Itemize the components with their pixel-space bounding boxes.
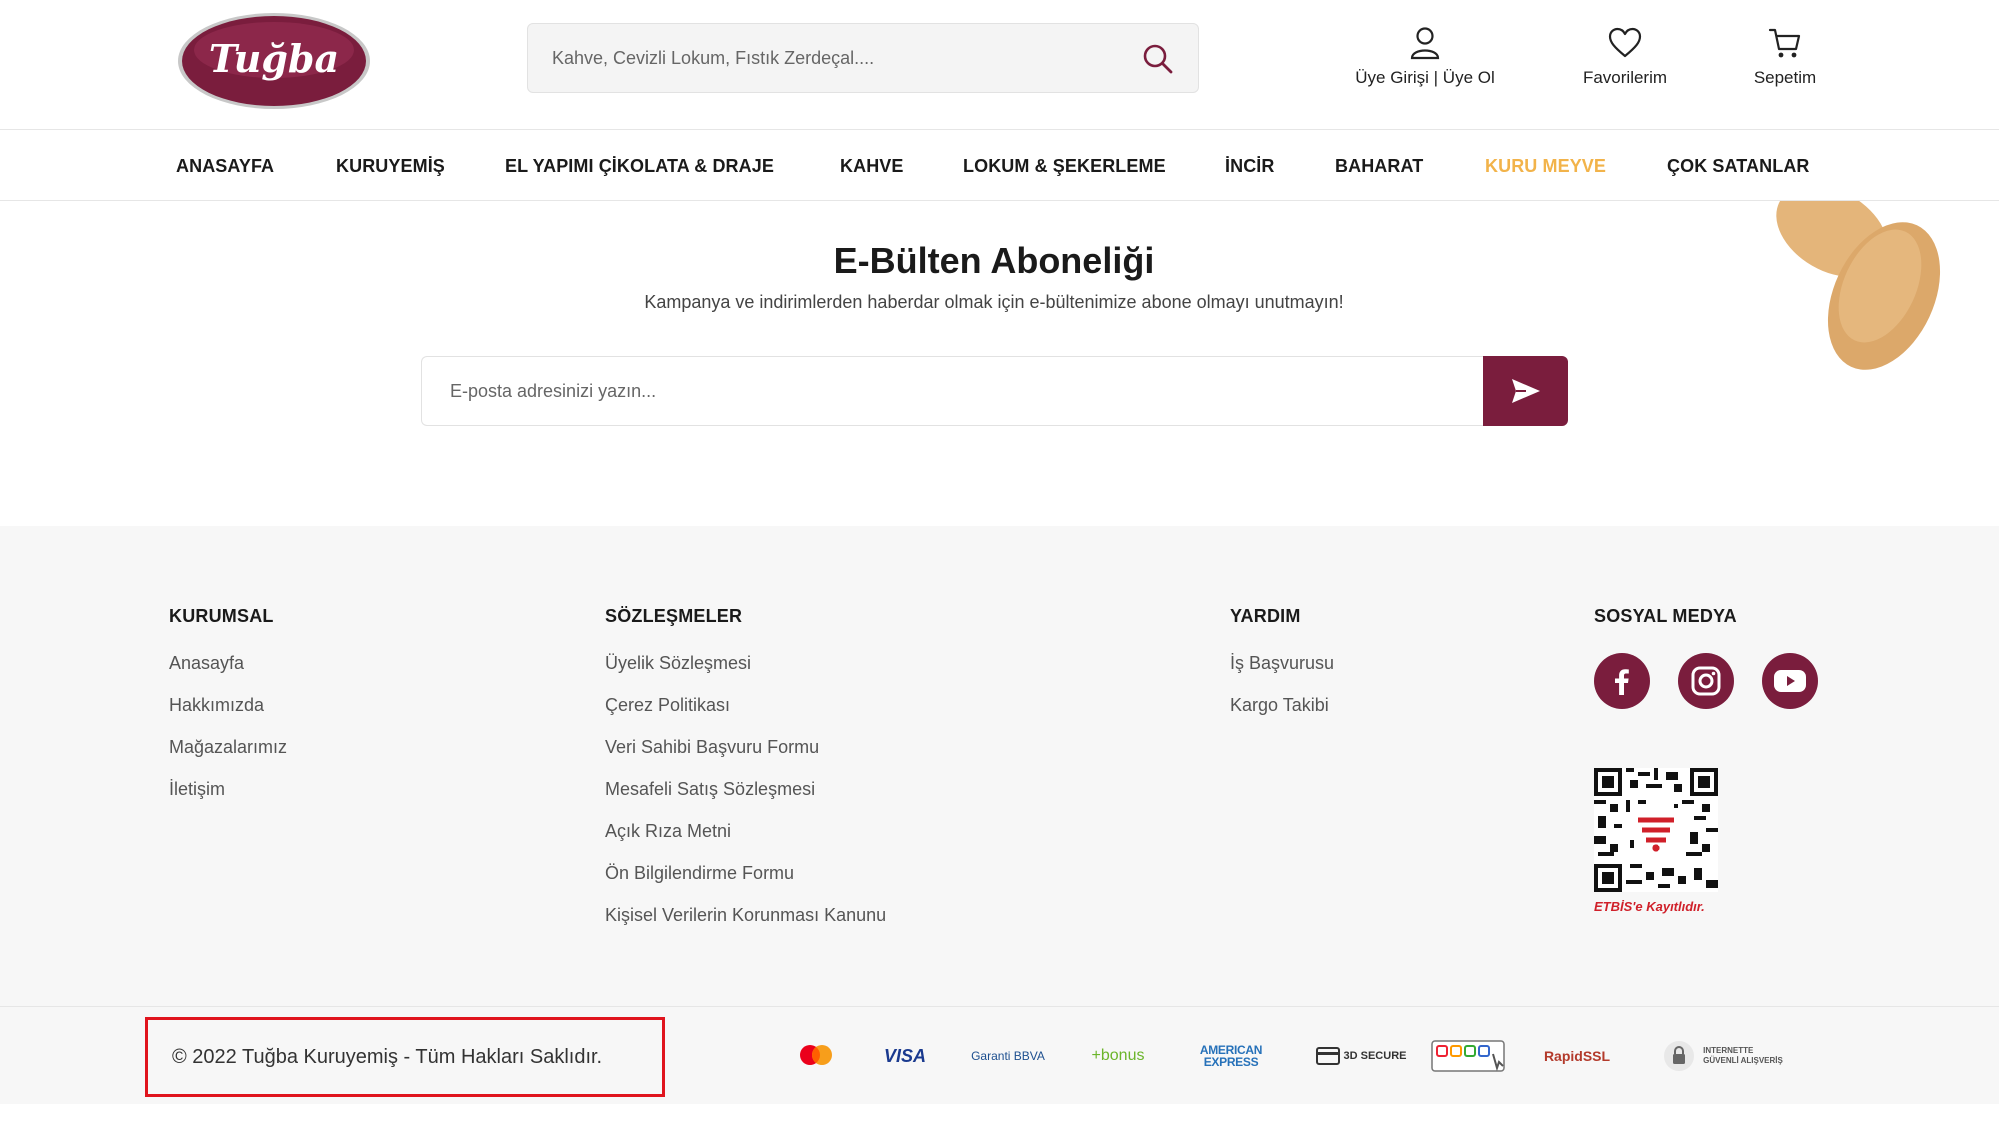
newsletter-title: E-Bülten Aboneliği: [833, 240, 1155, 281]
nav-item-lokum[interactable]: LOKUM & ŞEKERLEME: [963, 131, 1166, 201]
3d-secure-text: 3D SECURE: [1343, 1050, 1407, 1062]
user-icon[interactable]: [1410, 26, 1440, 60]
garanti-bbva-logo: Garanti BBVA: [971, 1049, 1045, 1063]
footer-link-magazalarimiz[interactable]: Mağazalarımız: [169, 737, 287, 779]
footer-yardim-title: YARDIM: [1230, 606, 1301, 626]
search-bar: [527, 23, 1199, 93]
site-header: Tuğba Üye Girişi | Üye Ol Favorilerim: [0, 0, 1999, 130]
footer-link-uyelik[interactable]: Üyelik Sözleşmesi: [605, 653, 886, 695]
footer-link-is-basvurusu[interactable]: İş Başvurusu: [1230, 653, 1334, 695]
facebook-icon: [1615, 669, 1629, 695]
copyright-highlight-box: © 2022 Tuğba Kuruyemiş - Tüm Hakları Sak…: [145, 1017, 665, 1097]
visa-logo: VISA: [883, 1045, 926, 1066]
send-icon: [1511, 379, 1540, 403]
footer-link-veri-sahibi[interactable]: Veri Sahibi Başvuru Formu: [605, 737, 886, 779]
account-separator: |: [1433, 68, 1439, 87]
footer-link-iletisim[interactable]: İletişim: [169, 779, 287, 821]
favorites-link[interactable]: Favorilerim: [1570, 26, 1680, 88]
etbis-qr-code-icon: [1594, 768, 1718, 892]
etbis-caption: ETBİS'e Kayıtlıdır.: [1594, 899, 1705, 914]
newsletter-form: [421, 356, 1568, 426]
login-link[interactable]: Üye Girişi: [1355, 68, 1429, 87]
cart-label: Sepetim: [1753, 68, 1817, 87]
footer-link-kargo-takibi[interactable]: Kargo Takibi: [1230, 695, 1334, 737]
newsletter-email-input[interactable]: [421, 356, 1491, 426]
etbis-badge[interactable]: ETBİS'e Kayıtlıdır.: [1594, 768, 1718, 914]
nav-item-kuru-meyve[interactable]: KURU MEYVE: [1485, 131, 1606, 201]
copyright-text: © 2022 Tuğba Kuruyemiş - Tüm Hakları Sak…: [172, 1046, 603, 1068]
favorites-label: Favorilerim: [1582, 68, 1668, 87]
peanut-decoration: [1776, 201, 1941, 370]
nav-item-kahve[interactable]: KAHVE: [840, 131, 904, 201]
main-nav: ANASAYFA KURUYEMİŞ EL YAPIMI ÇİKOLATA & …: [0, 131, 1999, 201]
footer-link-anasayfa[interactable]: Anasayfa: [169, 653, 287, 695]
footer-yardim: YARDIM İş Başvurusu Kargo Takibi: [1230, 606, 1334, 737]
american-express-logo: AMERICAN EXPRESS: [1190, 1039, 1272, 1073]
svg-text:Tuğba: Tuğba: [209, 36, 339, 81]
youtube-icon: [1774, 670, 1806, 692]
footer-link-on-bilgilendirme[interactable]: Ön Bilgilendirme Formu: [605, 863, 886, 905]
instagram-link[interactable]: [1678, 653, 1734, 709]
cart-icon: [1768, 28, 1801, 58]
nav-item-kuruyemis[interactable]: KURUYEMİŞ: [336, 131, 445, 201]
cart-link[interactable]: Sepetim: [1730, 26, 1840, 88]
newsletter-subtitle: Kampanya ve indirimlerden haberdar olmak…: [644, 292, 1344, 312]
youtube-link[interactable]: [1762, 653, 1818, 709]
amex-line-2: EXPRESS: [1203, 1055, 1259, 1069]
newsletter-submit-button[interactable]: [1483, 356, 1568, 426]
footer-sozlesmeler-title: SÖZLEŞMELER: [605, 606, 743, 626]
account-menu: Üye Girişi | Üye Ol: [1340, 26, 1510, 88]
guvenli-alisveris-logo: INTERNETTE GÜVENLİ ALIŞVERİŞ: [1652, 1039, 1794, 1073]
card-icon: [1315, 1047, 1340, 1065]
footer-bottom-bar: © 2022 Tuğba Kuruyemiş - Tüm Hakları Sak…: [0, 1006, 1999, 1104]
footer-link-cerez[interactable]: Çerez Politikası: [605, 695, 886, 737]
tugba-logo[interactable]: Tuğba: [176, 10, 372, 112]
footer-link-hakkimizda[interactable]: Hakkımızda: [169, 695, 287, 737]
search-input[interactable]: [552, 24, 1112, 92]
rapidssl-logo: RapidSSL: [1543, 1048, 1611, 1064]
guvenli-alisveris-badge-icon: [1430, 1039, 1506, 1073]
footer-sozlesmeler: SÖZLEŞMELER Üyelik Sözleşmesi Çerez Poli…: [605, 606, 886, 947]
footer-link-acik-riza[interactable]: Açık Rıza Metni: [605, 821, 886, 863]
nav-item-cok-satanlar[interactable]: ÇOK SATANLAR: [1667, 131, 1810, 201]
instagram-icon: [1691, 666, 1721, 696]
3d-secure-logo: 3D SECURE: [1314, 1039, 1408, 1073]
nav-item-cikolata[interactable]: EL YAPIMI ÇİKOLATA & DRAJE: [505, 131, 774, 201]
bonus-logo: +bonus: [1091, 1047, 1145, 1064]
facebook-link[interactable]: [1594, 653, 1650, 709]
footer-sosyal-medya: SOSYAL MEDYA ETBİS'e Kayıtlıdır.: [1594, 606, 1818, 914]
search-icon[interactable]: [1140, 41, 1176, 77]
register-link[interactable]: Üye Ol: [1443, 68, 1495, 87]
guvenli-line-1: INTERNETTE: [1703, 1046, 1754, 1055]
footer-link-kvkk[interactable]: Kişisel Verilerin Korunması Kanunu: [605, 905, 886, 947]
guvenli-line-2: GÜVENLİ ALIŞVERİŞ: [1703, 1056, 1783, 1065]
nav-item-anasayfa[interactable]: ANASAYFA: [176, 131, 274, 201]
mastercard-logo-icon: [796, 1039, 836, 1073]
nav-item-incir[interactable]: İNCİR: [1225, 131, 1275, 201]
footer-kurumsal: KURUMSAL Anasayfa Hakkımızda Mağazalarım…: [169, 606, 287, 821]
heart-icon: [1608, 27, 1642, 58]
lock-icon: [1664, 1041, 1695, 1071]
footer-sosyal-title: SOSYAL MEDYA: [1594, 606, 1737, 626]
site-footer: KURUMSAL Anasayfa Hakkımızda Mağazalarım…: [0, 526, 1999, 1006]
footer-link-mesafeli-satis[interactable]: Mesafeli Satış Sözleşmesi: [605, 779, 886, 821]
nav-item-baharat[interactable]: BAHARAT: [1335, 131, 1423, 201]
footer-kurumsal-title: KURUMSAL: [169, 606, 274, 626]
